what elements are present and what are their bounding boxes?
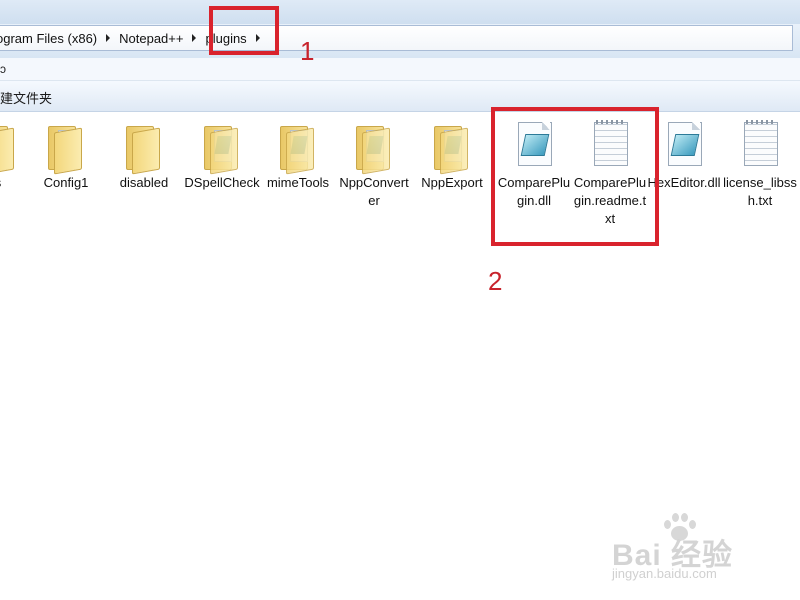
file-item-mimetools[interactable]: mimeTools bbox=[260, 120, 336, 192]
file-item-dspellcheck[interactable]: DSpellCheck bbox=[184, 120, 260, 192]
address-empty-area[interactable] bbox=[264, 26, 792, 50]
folder-icon bbox=[0, 120, 22, 175]
file-item-disabled[interactable]: disabled bbox=[106, 120, 182, 192]
file-name: disabled bbox=[119, 175, 169, 190]
breadcrumb-notepadpp[interactable]: Notepad++ bbox=[114, 31, 188, 46]
highlight-box-compareplugin bbox=[491, 107, 659, 246]
file-name: NppConverter bbox=[339, 175, 409, 208]
breadcrumb-program-files[interactable]: ogram Files (x86) bbox=[0, 31, 102, 46]
file-item-nppconverter[interactable]: NppConverter bbox=[336, 120, 412, 210]
watermark-url: jingyan.baidu.com bbox=[612, 566, 717, 581]
folder-icon bbox=[120, 120, 168, 175]
menu-strip-fragment: ɔ bbox=[0, 62, 6, 76]
breadcrumb-arrow-icon[interactable] bbox=[106, 34, 111, 42]
baidu-watermark: Bai 经验 jingyan.baidu.com bbox=[612, 512, 772, 584]
file-item-config1[interactable]: Config1 bbox=[28, 120, 104, 192]
menu-strip: ɔ bbox=[0, 58, 800, 81]
window-titlebar bbox=[0, 0, 800, 24]
file-name: NppExport bbox=[421, 175, 483, 190]
file-item-license-libssh[interactable]: license_libssh.txt bbox=[722, 120, 798, 210]
address-bar[interactable]: ogram Files (x86) Notepad++ plugins bbox=[0, 25, 793, 51]
text-file-icon bbox=[736, 120, 784, 172]
file-name: DSpellCheck bbox=[184, 175, 260, 190]
annotation-number-1: 1 bbox=[300, 36, 315, 66]
folder-icon bbox=[274, 120, 322, 175]
folder-icon bbox=[428, 120, 476, 175]
highlight-box-plugins bbox=[209, 6, 279, 55]
file-name: license_libssh.txt bbox=[723, 175, 797, 208]
folder-icon bbox=[198, 120, 246, 175]
breadcrumb-arrow-icon[interactable] bbox=[192, 34, 197, 42]
file-item-nppexport[interactable]: NppExport bbox=[414, 120, 490, 192]
command-toolbar: 建文件夹 bbox=[0, 81, 800, 112]
file-name: mimeTools bbox=[266, 175, 330, 190]
folder-icon bbox=[42, 120, 90, 175]
new-folder-button[interactable]: 建文件夹 bbox=[0, 88, 52, 107]
dll-file-icon bbox=[660, 120, 708, 172]
annotation-number-2: 2 bbox=[488, 266, 503, 296]
folder-icon bbox=[350, 120, 398, 175]
file-name: Config1 bbox=[43, 175, 89, 190]
